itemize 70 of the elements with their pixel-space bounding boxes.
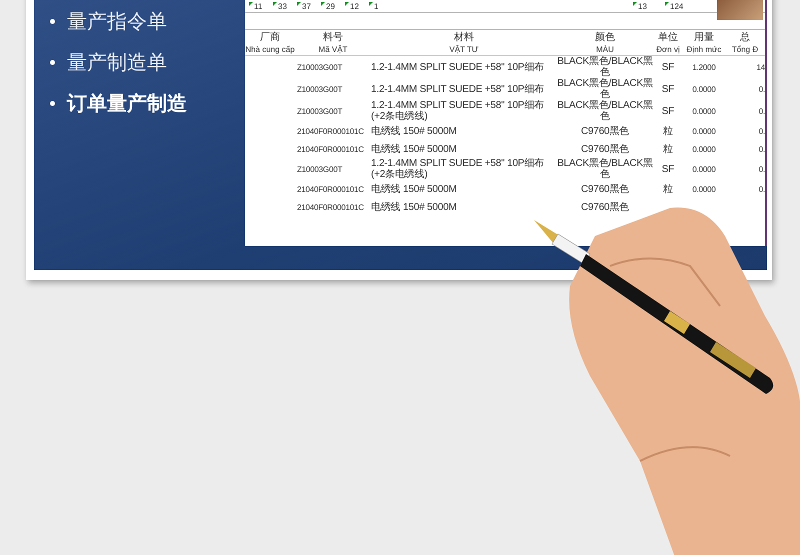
column-header: 颜色 [595, 30, 615, 44]
count-cell: 124 [665, 2, 697, 10]
table-cell-text: 0.0000 [691, 106, 717, 116]
column-header: Mã VẬT [318, 44, 348, 54]
table-cell-text: 1.2-1.4MM SPLIT SUEDE +58" 10P细布(+2条电绣线) [371, 158, 545, 180]
table-cell-text: 0. [758, 126, 765, 136]
table-cell-text: 电绣线 150# 5000M [371, 184, 458, 194]
table-cell-text: SF [660, 106, 676, 116]
table-cell-text: 21040F0R000101C [296, 202, 365, 212]
column-header: 材料 [454, 30, 474, 44]
table-cell-text: 粒 [662, 184, 674, 194]
column-header: Định mức [686, 44, 722, 54]
column-header: Đơn vị [656, 44, 680, 54]
table-cell-text: 0.0000 [691, 184, 717, 194]
table-cell-text: C9760黑色 [580, 126, 630, 136]
bullet-text: 量产制造单 [67, 51, 167, 76]
table-cell-text: Z10003G00T [296, 84, 344, 94]
table-cell: BLACK黑色/BLACK黑色 [557, 158, 653, 180]
table-cell: BLACK黑色/BLACK黑色 [557, 78, 653, 100]
table-cell: BLACK黑色/BLACK黑色 [557, 100, 653, 122]
table-cell-text: C9760黑色 [580, 202, 630, 212]
column-header: Tổng Đ [732, 44, 758, 54]
table-cell-text: 0. [758, 184, 765, 194]
table-cell-text: 0.0000 [691, 84, 717, 94]
column-header: MÀU [596, 44, 614, 54]
table-cell-text: 0.0000 [691, 144, 717, 154]
table-cell-text: 1.2000 [691, 62, 717, 72]
table-cell-text: 粒 [662, 126, 674, 136]
count-cell: 12 [345, 2, 369, 10]
table-cell-text: SF [660, 62, 676, 72]
bullet-text: 量产指令单 [67, 10, 167, 35]
table-cell-text: 0. [758, 106, 765, 116]
table-cell: BLACK黑色/BLACK黑色 [557, 56, 653, 78]
table-cell-text: 21040F0R000101C [296, 184, 365, 194]
column-header: VẬT TƯ [449, 44, 479, 54]
bullet-text: 订单量产制造 [67, 92, 187, 117]
table-cell-text: 1.2-1.4MM SPLIT SUEDE +58" 10P细布 [371, 84, 545, 94]
table-cell-text: 21040F0R000101C [296, 144, 365, 154]
table-cell-text: 0. [758, 144, 765, 154]
table-cell-text: 电绣线 150# 5000M [371, 202, 458, 212]
column-header: 用量 [694, 31, 714, 44]
column-header: 总 [740, 30, 750, 44]
column-header: 料号 [323, 30, 343, 44]
column-header: 单位 [658, 30, 678, 44]
table-cell-text: 0.0000 [691, 164, 717, 174]
count-cell: 13 [633, 2, 665, 10]
table-cell-text: 电绣线 150# 5000M [371, 126, 458, 136]
table-cell-text: 0.0000 [691, 126, 717, 136]
table-cell-text: Z10003G00T [296, 106, 344, 116]
count-cell: 37 [297, 2, 321, 10]
table-cell-text: Z10003G00T [296, 62, 344, 72]
table-cell-text: Z10003G00T [296, 164, 344, 174]
table-cell-text: SF [660, 164, 676, 174]
table-cell-text: 电绣线 150# 5000M [371, 144, 458, 154]
column-header: 厂商 [260, 30, 280, 44]
table-cell-text: 0. [758, 84, 765, 94]
count-cell: 33 [273, 2, 297, 10]
table-cell-text: C9760黑色 [580, 184, 630, 194]
count-cell: 11 [249, 2, 273, 10]
table-cell-text: 粒 [662, 144, 674, 154]
table-cell-text: SF [660, 84, 676, 94]
table-cell-text: 1.2-1.4MM SPLIT SUEDE +58" 10P细布 [371, 62, 545, 72]
table-cell-text: 0. [758, 164, 765, 174]
table-cell-text: 21040F0R000101C [296, 126, 365, 136]
column-header: Nhà cung cấp [245, 44, 295, 54]
table-cell-text: 1.2-1.4MM SPLIT SUEDE +58" 10P细布(+2条电绣线) [371, 100, 545, 122]
table-cell-text: 14 [756, 62, 765, 72]
table-cell-text: C9760黑色 [580, 144, 630, 154]
count-cell: 29 [321, 2, 345, 10]
count-cell: 1 [369, 2, 393, 10]
